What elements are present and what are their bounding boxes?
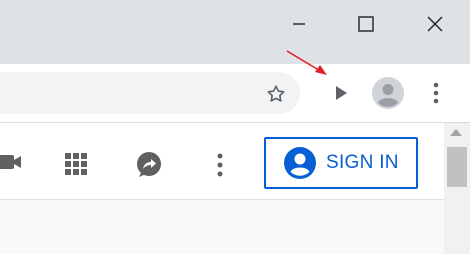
scrollbar-thumb[interactable] bbox=[447, 147, 467, 187]
share-icon bbox=[137, 152, 161, 177]
sign-in-label: SIGN IN bbox=[326, 152, 399, 173]
more-vert-icon bbox=[217, 153, 223, 177]
browser-toolbar bbox=[0, 64, 470, 123]
page-body bbox=[0, 200, 444, 254]
settings-menu-button[interactable] bbox=[210, 151, 230, 179]
more-vert-icon bbox=[433, 82, 439, 104]
minimize-icon bbox=[293, 23, 305, 25]
close-window-button[interactable] bbox=[417, 6, 453, 42]
scrollbar[interactable] bbox=[444, 123, 470, 254]
star-icon bbox=[267, 85, 285, 102]
site-header: SIGN IN bbox=[0, 123, 444, 200]
close-icon bbox=[427, 16, 443, 32]
profile-avatar-icon bbox=[372, 77, 404, 109]
apps-button[interactable] bbox=[62, 150, 90, 178]
play-extension-icon bbox=[336, 86, 347, 100]
apps-grid-icon bbox=[65, 153, 87, 175]
maximize-button[interactable] bbox=[348, 6, 384, 42]
title-bar bbox=[0, 0, 470, 64]
play-extension-button[interactable] bbox=[326, 78, 356, 108]
scroll-up-arrow[interactable] bbox=[450, 129, 462, 136]
maximize-icon bbox=[358, 16, 374, 32]
browser-menu-button[interactable] bbox=[424, 78, 448, 108]
profile-button[interactable] bbox=[372, 77, 404, 109]
video-camera-icon bbox=[0, 155, 21, 169]
page-content: SIGN IN bbox=[0, 123, 444, 254]
sign-in-button[interactable]: SIGN IN bbox=[264, 137, 418, 189]
minimize-button[interactable] bbox=[281, 6, 317, 42]
create-video-button[interactable] bbox=[0, 149, 26, 175]
bookmark-star-button[interactable] bbox=[262, 80, 290, 108]
address-bar[interactable] bbox=[0, 72, 300, 114]
messages-button[interactable] bbox=[133, 149, 165, 181]
account-circle-icon bbox=[284, 147, 316, 179]
